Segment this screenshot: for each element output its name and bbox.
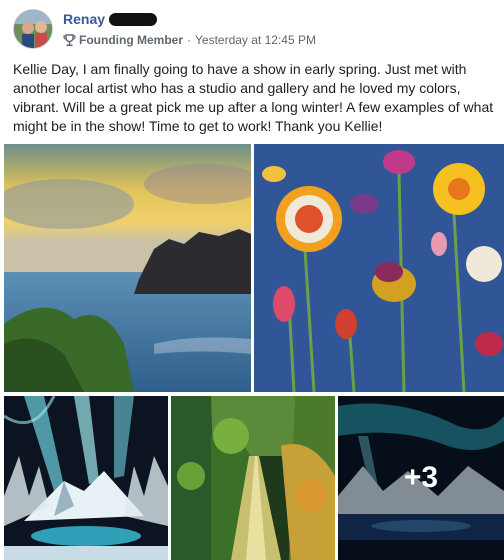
meta-separator: · — [187, 33, 191, 47]
trophy-icon — [63, 33, 76, 47]
photo-aurora-lake[interactable]: +3 — [338, 396, 504, 560]
redacted-surname — [109, 13, 157, 26]
post-meta: Founding Member · Yesterday at 12:45 PM — [63, 33, 316, 47]
photo-seascape[interactable] — [4, 144, 251, 392]
photo-forest-path[interactable] — [171, 396, 335, 560]
member-badge-label[interactable]: Founding Member — [79, 33, 183, 47]
post-card: Renay Founding Member · Yesterday at 12:… — [0, 0, 504, 560]
avatar[interactable] — [13, 9, 53, 49]
post-text: Kellie Day, I am finally going to have a… — [13, 61, 494, 134]
post-timestamp[interactable]: Yesterday at 12:45 PM — [195, 33, 316, 47]
photo-flowers[interactable] — [254, 144, 504, 392]
author-name[interactable]: Renay — [63, 11, 105, 27]
more-photos-overlay[interactable]: +3 — [338, 396, 504, 560]
photo-aurora-mountain[interactable] — [4, 396, 168, 560]
more-photos-count: +3 — [403, 461, 439, 494]
